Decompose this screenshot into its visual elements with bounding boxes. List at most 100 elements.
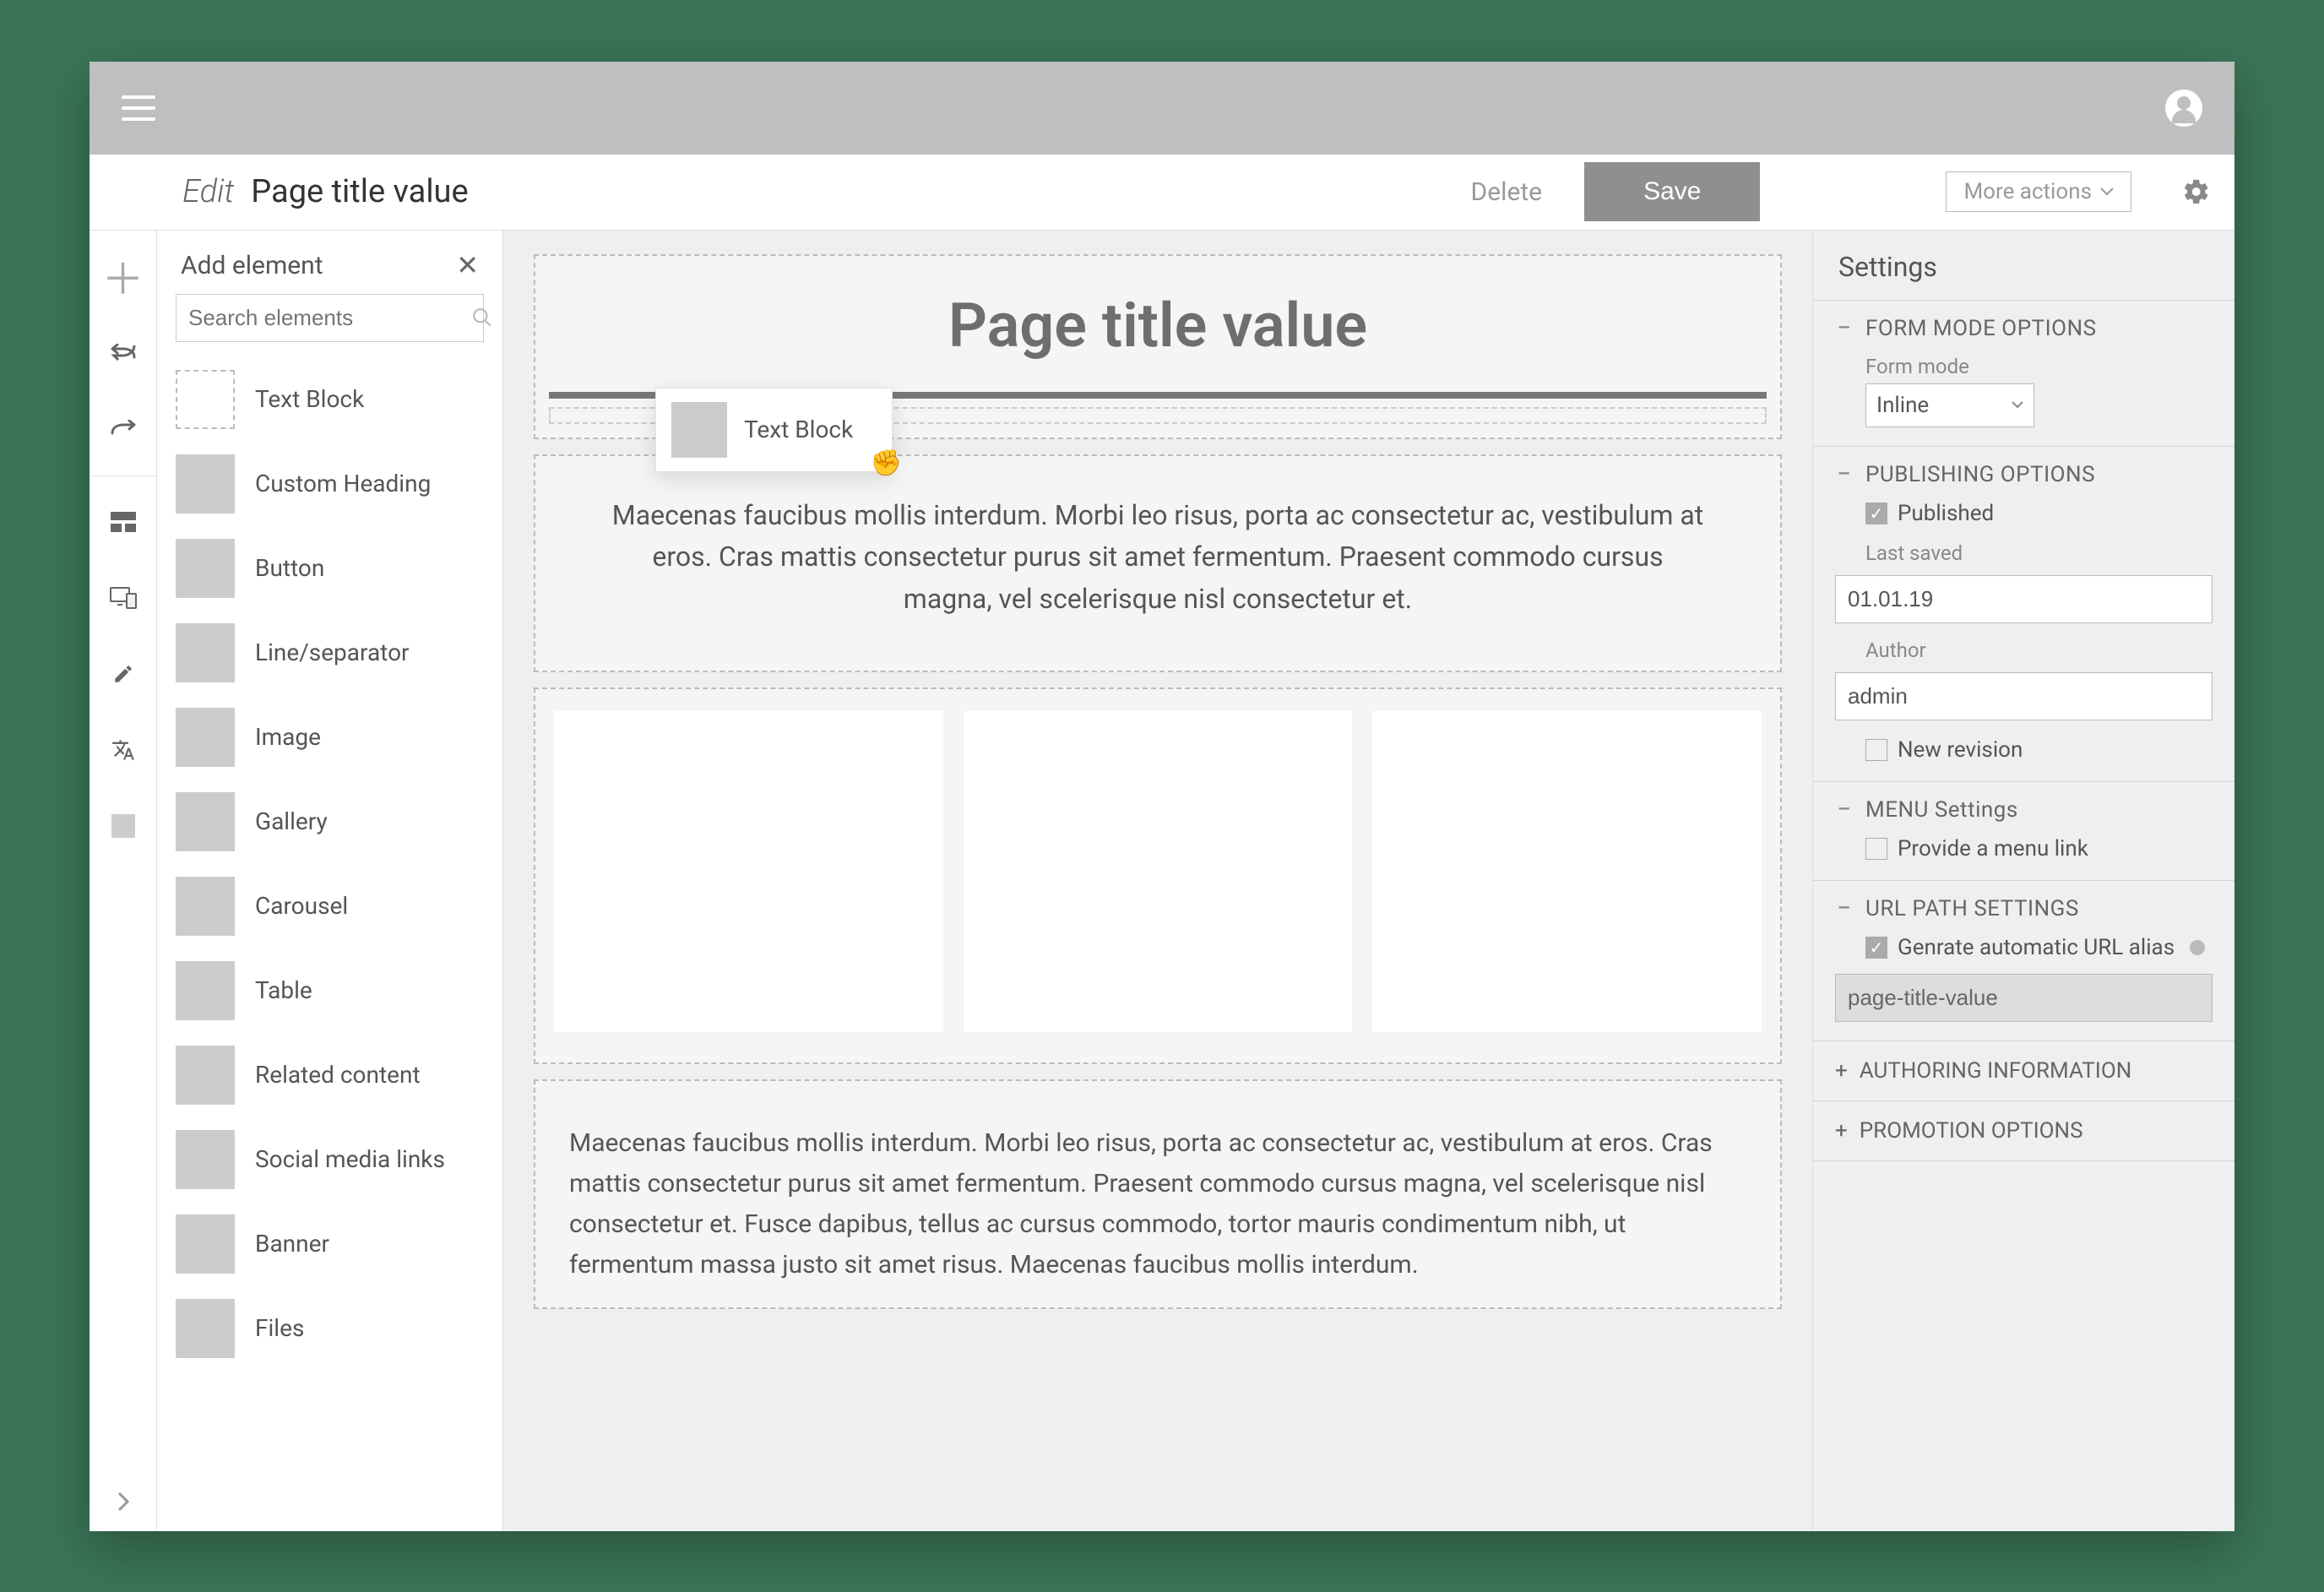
main-region: ＋ (90, 231, 2234, 1531)
form-mode-label: Form mode (1865, 355, 2213, 378)
section-heading: AUTHORING INFORMATION (1860, 1058, 2132, 1084)
settings-panel: Settings − FORM MODE OPTIONS Form mode I… (1812, 231, 2234, 1531)
element-label: Banner (255, 1230, 329, 1258)
canvas-paragraph-1[interactable]: Maecenas faucibus mollis interdum. Morbi… (549, 470, 1767, 658)
card-placeholder[interactable] (554, 711, 943, 1032)
published-label: Published (1898, 501, 1994, 526)
element-label: Text Block (255, 385, 364, 413)
element-item-carousel[interactable]: Carousel (176, 864, 502, 948)
section-authoring-collapsed[interactable]: + AUTHORING INFORMATION (1813, 1041, 2234, 1101)
canvas-paragraph-2[interactable]: Maecenas faucibus mollis interdum. Morbi… (549, 1095, 1767, 1294)
card-placeholder[interactable] (1372, 711, 1762, 1032)
element-label: Gallery (255, 807, 328, 835)
elements-list: Text Block Custom Heading Button Line/se… (176, 357, 502, 1531)
user-avatar-icon[interactable] (2165, 90, 2202, 127)
element-label: Related content (255, 1061, 421, 1089)
canvas-title[interactable]: Page title value (549, 269, 1767, 387)
chevron-down-icon (2100, 187, 2114, 196)
add-element-rail-button[interactable]: ＋ (90, 239, 157, 315)
auto-url-checkbox[interactable]: ✓ (1865, 937, 1887, 959)
close-icon[interactable]: ✕ (456, 252, 479, 279)
edit-pencil-icon[interactable] (90, 637, 157, 713)
drag-ghost-thumb (671, 402, 727, 458)
more-actions-dropdown[interactable]: More actions (1946, 171, 2131, 212)
published-checkbox[interactable]: ✓ (1865, 503, 1887, 524)
devices-icon[interactable] (90, 561, 157, 637)
element-thumb (176, 370, 235, 429)
search-input-wrap[interactable] (176, 294, 484, 342)
element-item-line-separator[interactable]: Line/separator (176, 611, 502, 695)
add-element-title: Add element (181, 251, 323, 280)
element-item-button[interactable]: Button (176, 526, 502, 611)
section-url: − URL PATH SETTINGS ✓ Genrate automatic … (1813, 881, 2234, 1041)
para2-drop-region[interactable]: Maecenas faucibus mollis interdum. Morbi… (534, 1079, 1782, 1309)
section-heading: PUBLISHING OPTIONS (1865, 462, 2095, 487)
edit-label: Edit (182, 173, 234, 210)
section-heading: URL PATH SETTINGS (1865, 896, 2079, 921)
search-icon (471, 307, 493, 329)
element-item-social-media-links[interactable]: Social media links (176, 1117, 502, 1202)
drag-ghost: Text Block ✊ (655, 388, 893, 472)
settings-title: Settings (1813, 231, 2234, 301)
section-header-menu[interactable]: − MENU Settings (1835, 797, 2213, 823)
placeholder-rail-icon[interactable] (90, 789, 157, 865)
section-header-form-mode[interactable]: − FORM MODE OPTIONS (1835, 316, 2213, 341)
element-label: Files (255, 1314, 304, 1342)
info-icon[interactable] (2190, 940, 2205, 955)
new-revision-checkbox[interactable] (1865, 739, 1887, 761)
element-label: Custom Heading (255, 470, 431, 497)
element-item-related-content[interactable]: Related content (176, 1033, 502, 1117)
undo-icon[interactable] (90, 315, 157, 391)
save-button[interactable]: Save (1584, 162, 1760, 221)
new-revision-label: New revision (1898, 737, 2023, 763)
form-mode-value: Inline (1876, 393, 1929, 418)
auto-url-label: Genrate automatic URL alias (1898, 935, 2175, 960)
app-window: Edit Page title value Delete Save More a… (90, 62, 2234, 1531)
translate-icon[interactable] (90, 713, 157, 789)
chevron-down-icon (2012, 401, 2023, 409)
element-label: Line/separator (255, 638, 410, 666)
section-header-url[interactable]: − URL PATH SETTINGS (1835, 896, 2213, 921)
layout-icon[interactable] (90, 485, 157, 561)
card-placeholder[interactable] (964, 711, 1353, 1032)
add-element-panel: Add element ✕ Text Block Custom Heading … (157, 231, 503, 1531)
drag-ghost-label: Text Block (744, 416, 853, 443)
canvas[interactable]: Page title value Maecenas faucibus molli… (503, 231, 1812, 1531)
element-label: Image (255, 723, 321, 751)
expand-icon: + (1835, 1118, 1848, 1144)
gear-icon[interactable] (2182, 177, 2211, 206)
expand-icon: + (1835, 1058, 1848, 1084)
form-mode-select[interactable]: Inline (1865, 383, 2034, 427)
page-title: Page title value (251, 173, 468, 210)
para1-drop-region[interactable]: Maecenas faucibus mollis interdum. Morbi… (534, 454, 1782, 673)
delete-button[interactable]: Delete (1471, 177, 1543, 207)
menu-link-label: Provide a menu link (1898, 836, 2088, 861)
top-chrome-bar (90, 62, 2234, 155)
element-item-table[interactable]: Table (176, 948, 502, 1033)
search-input[interactable] (188, 305, 471, 331)
element-item-files[interactable]: Files (176, 1286, 502, 1371)
collapse-icon: − (1835, 462, 1854, 487)
redo-icon[interactable] (90, 391, 157, 467)
url-alias-input (1835, 974, 2213, 1022)
last-saved-input[interactable] (1835, 575, 2213, 623)
section-publishing: − PUBLISHING OPTIONS ✓ Published Last sa… (1813, 447, 2234, 782)
element-item-banner[interactable]: Banner (176, 1202, 502, 1286)
left-icon-rail: ＋ (90, 231, 157, 1531)
section-header-publishing[interactable]: − PUBLISHING OPTIONS (1835, 462, 2213, 487)
title-bar: Edit Page title value Delete Save More a… (90, 155, 2234, 231)
cards-drop-region[interactable] (534, 687, 1782, 1064)
expand-rail-icon[interactable] (90, 1472, 157, 1531)
section-promotion-collapsed[interactable]: + PROMOTION OPTIONS (1813, 1101, 2234, 1161)
author-input[interactable] (1835, 672, 2213, 720)
collapse-icon: − (1835, 797, 1854, 823)
element-item-gallery[interactable]: Gallery (176, 780, 502, 864)
element-item-text-block[interactable]: Text Block (176, 357, 502, 442)
element-item-custom-heading[interactable]: Custom Heading (176, 442, 502, 526)
element-item-image[interactable]: Image (176, 695, 502, 780)
author-label: Author (1865, 638, 2213, 662)
element-label: Carousel (255, 892, 348, 920)
menu-link-checkbox[interactable] (1865, 838, 1887, 860)
grab-cursor-icon: ✊ (871, 448, 902, 478)
hamburger-icon[interactable] (122, 95, 155, 121)
